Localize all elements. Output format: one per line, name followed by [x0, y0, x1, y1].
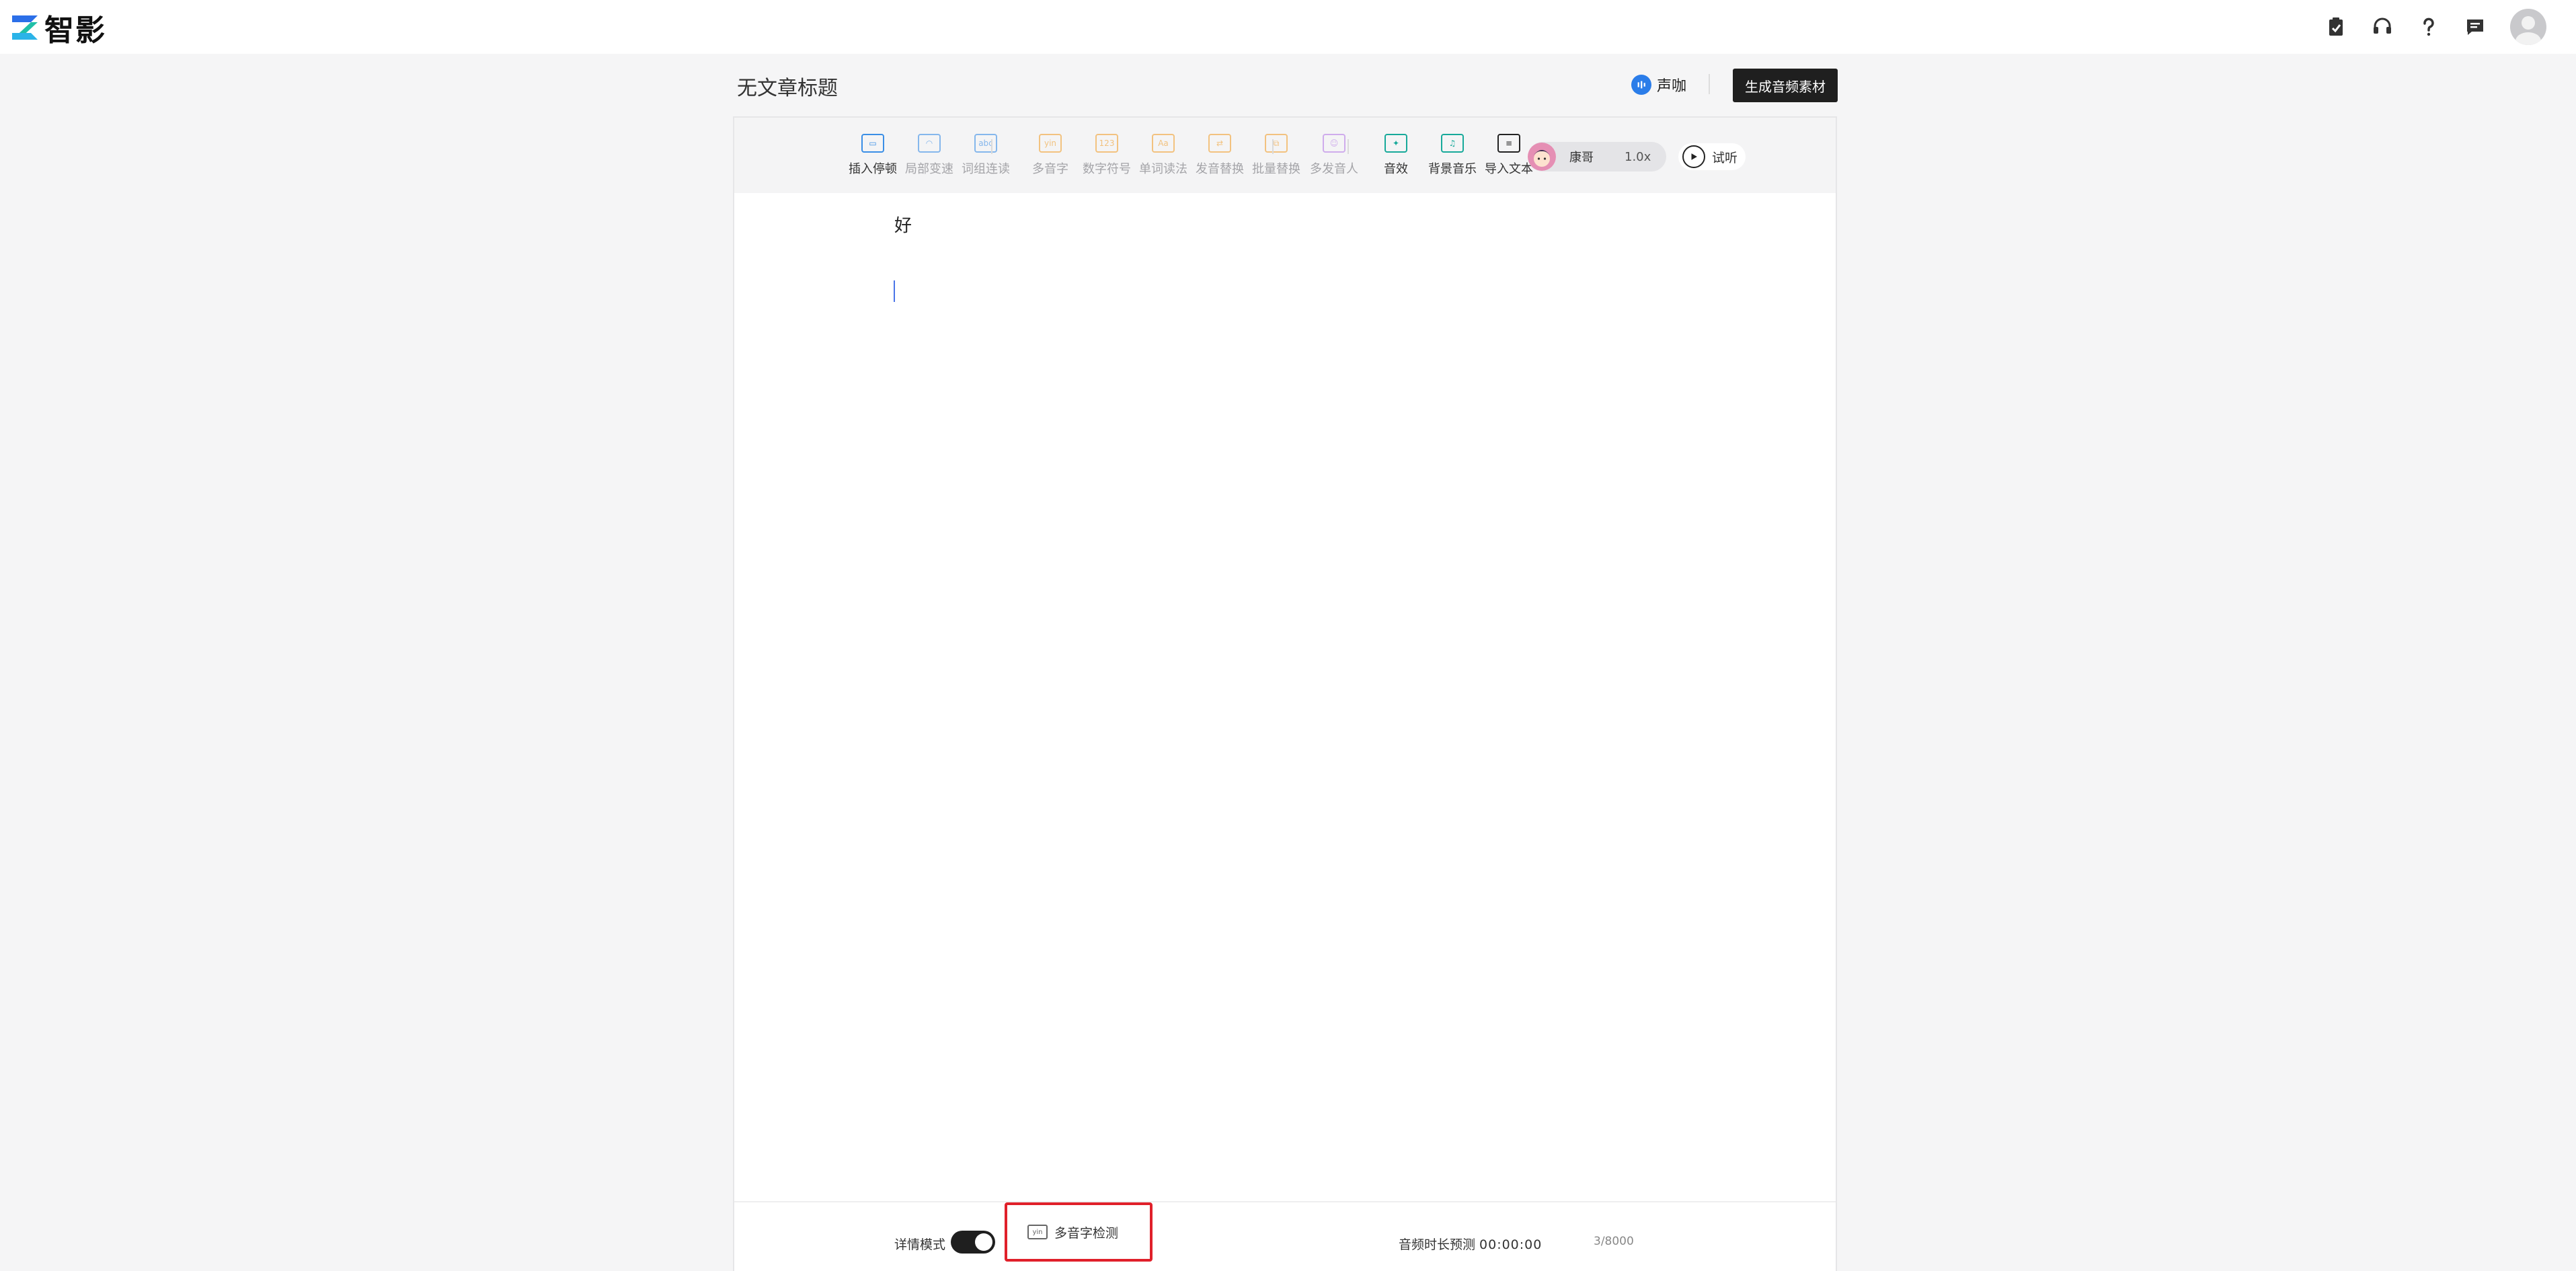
task-clipboard-icon[interactable]	[2324, 15, 2348, 39]
voice-name: 康哥	[1569, 151, 1594, 165]
tool-label: 局部变速	[905, 162, 953, 176]
tool-label: 插入停顿	[849, 162, 897, 176]
pronunciation-replace-icon: ⇄	[1208, 134, 1231, 153]
top-actions	[2302, 8, 2546, 46]
header-divider	[1709, 74, 1710, 94]
text-caret	[894, 280, 895, 302]
tool-pronunciation-replace[interactable]: ⇄ 发音替换	[1193, 134, 1247, 178]
help-question-icon[interactable]	[2417, 15, 2441, 39]
voice-avatar	[1528, 143, 1556, 171]
tool-label: 多发音人	[1310, 162, 1358, 176]
multi-speaker-icon: ☺	[1323, 134, 1345, 153]
import-text-icon: ≡	[1497, 134, 1520, 153]
tryout-label: 试听	[1712, 150, 1738, 165]
phrase-link-icon: abc	[974, 134, 997, 153]
editor-status-bar: 详情模式 yin 多音字检测 音频时长预测 00:00:00 3/8000	[734, 1201, 1836, 1271]
char-count: 3/8000	[1594, 1235, 1634, 1248]
tool-pause-insert[interactable]: ▭ 插入停顿	[846, 134, 900, 178]
number-symbol-icon: 123	[1095, 134, 1118, 153]
speed-icon: ◠	[918, 134, 941, 153]
editor-toolbar: ▭ 插入停顿 ◠ 局部变速 abc 词组连读 yin 多音字 123 数字符号 Aa 单词读法 ⇄ 发音替…	[734, 118, 1836, 193]
user-avatar[interactable]	[2510, 9, 2546, 45]
shengka-logo-icon	[1631, 75, 1651, 95]
toggle-knob	[975, 1233, 992, 1251]
tool-batch-replace[interactable]: ⧉ 批量替换	[1249, 134, 1303, 178]
tool-label: 多音字	[1032, 162, 1068, 176]
duration-label: 音频时长预测	[1399, 1237, 1476, 1252]
polyphone-icon: yin	[1039, 134, 1062, 153]
word-reading-icon: Aa	[1152, 134, 1175, 153]
voice-speed[interactable]: 1.0x	[1625, 150, 1651, 164]
batch-replace-icon: ⧉	[1265, 134, 1288, 153]
detail-mode-label: 详情模式	[894, 1237, 946, 1252]
voice-card-button[interactable]: 声咖	[1631, 73, 1686, 97]
pause-insert-icon: ▭	[861, 134, 884, 153]
headset-support-icon[interactable]	[2370, 15, 2394, 39]
zhiying-logo-icon	[12, 15, 38, 40]
tool-label: 数字符号	[1083, 162, 1131, 176]
polyphone-check-button[interactable]: yin 多音字检测	[1005, 1202, 1153, 1262]
generate-audio-button[interactable]: 生成音频素材	[1733, 69, 1838, 102]
tool-background-music[interactable]: ♫ 背景音乐	[1426, 134, 1479, 178]
tool-multi-speaker[interactable]: ☺ 多发音人	[1307, 134, 1361, 178]
tool-label: 导入文本	[1485, 162, 1533, 176]
toolbar-divider	[1348, 139, 1349, 154]
message-icon[interactable]	[2463, 15, 2487, 39]
tool-label: 背景音乐	[1428, 162, 1477, 176]
play-icon	[1682, 145, 1705, 168]
tool-word-reading[interactable]: Aa 单词读法	[1136, 134, 1190, 178]
doc-title[interactable]: 无文章标题	[737, 71, 838, 101]
tool-label: 单词读法	[1139, 162, 1187, 176]
tool-label: 批量替换	[1252, 162, 1300, 176]
brand[interactable]: 智影	[11, 11, 106, 48]
top-bar: 智影	[0, 0, 2576, 54]
toolbar-divider	[991, 139, 992, 154]
voice-card-label: 声咖	[1657, 78, 1687, 95]
toolbar-divider	[1272, 139, 1274, 154]
editor-card: ▭ 插入停顿 ◠ 局部变速 abc 词组连读 yin 多音字 123 数字符号 Aa 单词读法 ⇄ 发音替…	[733, 116, 1837, 1271]
tool-speed[interactable]: ◠ 局部变速	[902, 134, 956, 178]
editor-paragraph[interactable]: 好	[894, 212, 912, 237]
tool-label: 音效	[1384, 162, 1408, 176]
background-music-icon: ♫	[1441, 134, 1464, 153]
tool-label: 词组连读	[962, 162, 1010, 176]
tool-phrase-link[interactable]: abc 词组连读	[959, 134, 1013, 178]
tool-label: 发音替换	[1196, 162, 1244, 176]
tool-polyphone[interactable]: yin 多音字	[1023, 134, 1077, 178]
tryout-button[interactable]: 试听	[1678, 143, 1746, 170]
tool-sound-effect[interactable]: ✦ 音效	[1369, 134, 1423, 178]
voice-selector[interactable]: 康哥 1.0x	[1528, 142, 1666, 171]
brand-name: 智影	[44, 13, 106, 48]
sound-effect-icon: ✦	[1384, 134, 1407, 153]
tool-number-symbol[interactable]: 123 数字符号	[1080, 134, 1134, 178]
polyphone-check-label: 多音字检测	[1054, 1225, 1119, 1241]
duration-value: 00:00:00	[1479, 1237, 1543, 1252]
polyphone-icon: yin	[1027, 1225, 1048, 1239]
audio-duration-estimate: 音频时长预测 00:00:00	[1399, 1235, 1542, 1253]
detail-mode-toggle[interactable]	[951, 1231, 995, 1254]
